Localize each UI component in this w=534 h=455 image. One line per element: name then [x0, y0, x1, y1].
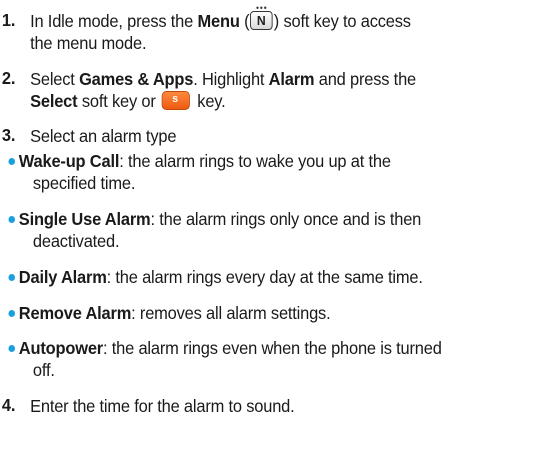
bullet-autopower: Autopower: the alarm rings even when the… [19, 337, 442, 359]
wake-up-call-continuation: specified time. [32, 173, 136, 193]
games-apps-term: Games & Apps [79, 69, 194, 89]
menu-soft-key-icon: ••• N [250, 4, 273, 30]
bullet-remove-alarm: Remove Alarm: removes all alarm settings… [19, 302, 331, 324]
step-2-line-1: Select Games & Apps. Highlight Alarm and… [30, 68, 416, 90]
menu-term: Menu [197, 11, 240, 31]
step-1-paren: ( [239, 11, 250, 31]
autopower-desc: : the alarm rings even when the phone is… [103, 338, 442, 358]
autopower-continuation: off. [32, 360, 55, 380]
autopower-term: Autopower [18, 338, 104, 358]
step-4-text: Enter the time for the alarm to sound. [30, 396, 295, 416]
step-3-number: 3. [1, 125, 16, 145]
menu-key-glyph: N [256, 13, 266, 28]
bullet-dot-icon [8, 216, 16, 223]
remove-alarm-desc: : removes all alarm settings. [131, 303, 331, 323]
alarm-term: Alarm [268, 69, 315, 89]
step-1-number: 1. [1, 10, 16, 30]
single-use-alarm-term: Single Use Alarm [18, 209, 151, 229]
step-1-line-1: In Idle mode, press the Menu (••• N) soft… [30, 4, 411, 32]
single-use-alarm-continuation: deactivated. [32, 231, 120, 251]
menu-key-dots: ••• [255, 3, 268, 13]
bullet-dot-icon [8, 345, 16, 352]
step-2-text-post: and press the [314, 69, 416, 89]
step-4-number: 4. [1, 395, 16, 415]
step-3-text: Select an alarm type [30, 126, 177, 146]
bullet-wake-up-call: Wake-up Call: the alarm rings to wake yo… [19, 150, 391, 172]
single-use-alarm-desc: : the alarm rings only once and is then [150, 209, 422, 229]
select-key-glyph: s [172, 93, 178, 105]
instruction-page: 1. In Idle mode, press the Menu (••• N) s… [0, 0, 502, 455]
daily-alarm-desc: : the alarm rings every day at the same … [106, 267, 423, 287]
step-2-text-end: key. [192, 91, 226, 111]
step-2-text-pre: Select [30, 69, 80, 89]
step-2-text-mid: . Highlight [193, 69, 269, 89]
select-key-icon: s [161, 91, 191, 110]
daily-alarm-term: Daily Alarm [18, 267, 107, 287]
step-1-text-pre: In Idle mode, press the [30, 11, 198, 31]
wake-up-call-term: Wake-up Call [18, 151, 120, 171]
step-2-text-mid2: soft key or [77, 91, 161, 111]
bullet-dot-icon [8, 158, 16, 165]
step-2-number: 2. [1, 68, 16, 88]
remove-alarm-term: Remove Alarm [18, 303, 132, 323]
bullet-dot-icon [8, 274, 16, 281]
step-1-continuation: the menu mode. [30, 33, 147, 53]
select-term: Select [30, 91, 78, 111]
step-2-line-2: Select soft key or s key. [30, 90, 226, 112]
bullet-single-use-alarm: Single Use Alarm: the alarm rings only o… [18, 208, 422, 230]
step-1-text-post: ) soft key to access [273, 11, 411, 31]
bullet-daily-alarm: Daily Alarm: the alarm rings every day a… [19, 266, 423, 288]
wake-up-call-desc: : the alarm rings to wake you up at the [119, 151, 391, 171]
bullet-dot-icon [8, 310, 16, 317]
